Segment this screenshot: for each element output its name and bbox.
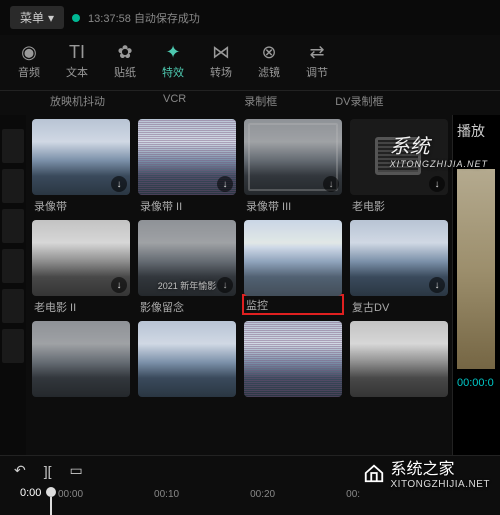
effect-label: 复古DV	[350, 296, 448, 317]
watermark-url: XITONGZHIJIA.NET	[391, 479, 491, 490]
tick-label: 00:00	[58, 489, 83, 500]
effect-label: 录像带 III	[244, 195, 342, 216]
sub-category-labels: 放映机抖动 VCR 录制框 DV录制框	[0, 91, 500, 115]
effect-label: 影像留念	[138, 296, 236, 317]
tick-label: 00:10	[154, 489, 179, 500]
download-icon[interactable]: ↓	[217, 277, 233, 293]
download-icon[interactable]: ↓	[111, 176, 127, 192]
strip-item[interactable]	[2, 169, 24, 203]
effect-label: 老电影 II	[32, 296, 130, 317]
strip-item[interactable]	[2, 329, 24, 363]
playhead[interactable]	[46, 487, 56, 497]
tab-sticker[interactable]: ✿贴纸	[108, 43, 142, 80]
tab-audio[interactable]: ◉音频	[12, 43, 46, 80]
effect-label-highlighted: 监控	[242, 294, 344, 315]
sticker-icon: ✿	[117, 43, 132, 61]
effect-card[interactable]: ↓ 录像带	[32, 119, 130, 216]
category-tabs: ◉音频 TI文本 ✿贴纸 ✦特效 ⋈转场 ⊗滤镜 ⇄调节	[0, 35, 500, 91]
effect-thumb	[350, 321, 448, 397]
effect-card[interactable]: ↓ 老电影 II	[32, 220, 130, 317]
filter-icon: ⊗	[261, 43, 276, 61]
effects-icon: ✦	[165, 43, 180, 61]
sub-label[interactable]: 放映机抖动	[50, 93, 105, 109]
effect-thumb: ↓	[244, 119, 342, 195]
tick-label: 00:20	[250, 489, 275, 500]
download-icon[interactable]: ↓	[111, 277, 127, 293]
house-icon	[363, 462, 385, 484]
playhead-time: 0:00	[20, 487, 41, 499]
effect-label: 录像带 II	[138, 195, 236, 216]
tab-filter[interactable]: ⊗滤镜	[252, 43, 286, 80]
split-button[interactable]: ][	[44, 463, 52, 479]
autosave-status: 13:37:58 自动保存成功	[88, 10, 200, 26]
effect-thumb: 2021 新年愉影↓	[138, 220, 236, 296]
tab-text[interactable]: TI文本	[60, 43, 94, 80]
tab-transition[interactable]: ⋈转场	[204, 43, 238, 80]
status-dot-icon	[72, 14, 80, 22]
strip-item[interactable]	[2, 129, 24, 163]
download-icon[interactable]: ↓	[429, 277, 445, 293]
effect-card[interactable]: ↓ 录像带 III	[244, 119, 342, 216]
strip-item[interactable]	[2, 249, 24, 283]
effect-card[interactable]: ↓ 录像带 II	[138, 119, 236, 216]
effect-thumb	[32, 321, 130, 397]
effect-thumb: ↓	[32, 220, 130, 296]
watermark: 系统之家 XITONGZHIJIA.NET	[363, 455, 491, 490]
category-strip	[0, 115, 26, 455]
watermark-center: 系统 XITONGZHIJIA.NET	[390, 130, 488, 169]
effect-label: 老电影	[350, 195, 448, 216]
sub-label[interactable]: 录制框	[244, 93, 277, 109]
tick-label: 00:	[346, 489, 360, 500]
effect-card[interactable]	[350, 321, 448, 397]
menu-label: 菜单	[20, 9, 44, 26]
effect-thumb	[138, 321, 236, 397]
sub-label[interactable]: VCR	[163, 93, 186, 109]
tab-effects[interactable]: ✦特效	[156, 43, 190, 80]
effect-thumb: ↓	[138, 119, 236, 195]
download-icon[interactable]: ↓	[429, 176, 445, 192]
effect-thumb	[244, 220, 342, 296]
effect-label: 录像带	[32, 195, 130, 216]
effect-thumb	[244, 321, 342, 397]
effect-card[interactable]: 监控	[244, 220, 342, 317]
menu-button[interactable]: 菜单 ▾	[10, 6, 64, 29]
crop-button[interactable]: ▭	[70, 462, 83, 479]
undo-button[interactable]: ↶	[14, 462, 26, 479]
effect-card[interactable]: 2021 新年愉影↓ 影像留念	[138, 220, 236, 317]
effect-card[interactable]	[138, 321, 236, 397]
transition-icon: ⋈	[212, 43, 230, 61]
tab-adjust[interactable]: ⇄调节	[300, 43, 334, 80]
effects-grid: ↓ 录像带 ↓ 录像带 II ↓ 录像带 III ↓ 老电影 ↓ 老电影 II	[26, 115, 452, 455]
effect-card[interactable]: ↓ 复古DV	[350, 220, 448, 317]
text-icon: TI	[69, 43, 85, 61]
strip-item[interactable]	[2, 289, 24, 323]
adjust-icon: ⇄	[309, 43, 324, 61]
preview-thumbnail	[457, 169, 495, 369]
chevron-down-icon: ▾	[48, 11, 54, 25]
year-badge: 2021 新年愉影	[158, 279, 217, 292]
audio-icon: ◉	[21, 43, 37, 61]
watermark-brand: 系统之家	[391, 455, 491, 479]
download-icon[interactable]: ↓	[323, 176, 339, 192]
effect-card[interactable]	[244, 321, 342, 397]
strip-item[interactable]	[2, 209, 24, 243]
effect-card[interactable]	[32, 321, 130, 397]
download-icon[interactable]: ↓	[217, 176, 233, 192]
sub-label[interactable]: DV录制框	[335, 93, 383, 109]
timecode: 00:00:0	[457, 377, 496, 389]
effect-thumb: ↓	[32, 119, 130, 195]
effect-thumb: ↓	[350, 220, 448, 296]
